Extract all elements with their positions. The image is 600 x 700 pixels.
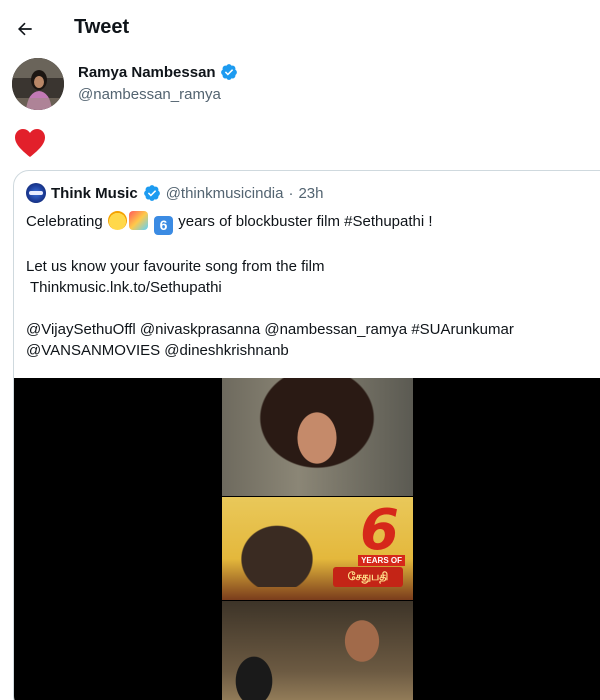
celebrating-text: Celebrating [26, 213, 103, 230]
author-avatar[interactable] [12, 58, 64, 110]
quoted-tweet-text: Celebrating 6 years of blockbuster film … [26, 211, 586, 361]
arrow-left-icon [18, 22, 32, 36]
quoted-tweet-card[interactable]: Think Music @thinkmusicindia · 23h Celeb… [13, 170, 600, 700]
poster-badge: YEARS OF [358, 555, 405, 566]
movie-still-actress [222, 378, 413, 496]
tweet-page: Tweet Ramya Nambessan @nambessan_ramya T… [0, 0, 600, 700]
quoted-tweet-timestamp[interactable]: 23h [298, 185, 323, 202]
music-link[interactable]: Thinkmusic.lnk.to/Sethupathi [26, 277, 586, 298]
quoted-author-handle: @thinkmusicindia [165, 184, 284, 202]
anniversary-poster: 6 YEARS OF சேதுபதி [222, 497, 413, 600]
poster-cast-image [232, 517, 322, 587]
movie-still-couple [222, 601, 413, 700]
red-heart-icon [15, 129, 45, 157]
poster-number: 6 [360, 498, 399, 563]
page-title: Tweet [74, 16, 130, 38]
avatar-image [12, 58, 64, 110]
mentions-line-2[interactable]: @VANSANMOVIES @dineshkrishnanb [26, 340, 586, 361]
party-popper-emoji [128, 211, 148, 230]
top-header: Tweet [0, 0, 600, 58]
years-text: years of blockbuster film #Sethupathi ! [178, 213, 433, 230]
verified-badge-icon [220, 64, 237, 80]
poster-title: சேதுபதி [333, 567, 403, 587]
keycap-six-emoji: 6 [154, 216, 174, 235]
video-media[interactable]: 6 YEARS OF சேதுபதி [14, 378, 600, 700]
author-handle[interactable]: @nambessan_ramya [78, 86, 221, 103]
quoted-author-name: Think Music [51, 184, 138, 202]
author-name-text: Ramya Nambessan [78, 63, 216, 81]
separator-dot: · [288, 184, 294, 202]
quoted-author-avatar [26, 183, 46, 203]
partying-face-emoji [107, 211, 127, 230]
quoted-tweet-header: Think Music @thinkmusicindia · 23h [26, 183, 324, 203]
text-line-2: Let us know your favourite song from the… [26, 258, 325, 275]
author-name[interactable]: Ramya Nambessan [78, 63, 238, 81]
verified-badge-icon [143, 185, 160, 201]
mentions-line-1[interactable]: @VijaySethuOffl @nivaskprasanna @nambess… [26, 319, 586, 340]
text-line-1: Celebrating 6 years of blockbuster film … [26, 211, 586, 235]
back-button[interactable] [8, 12, 42, 46]
